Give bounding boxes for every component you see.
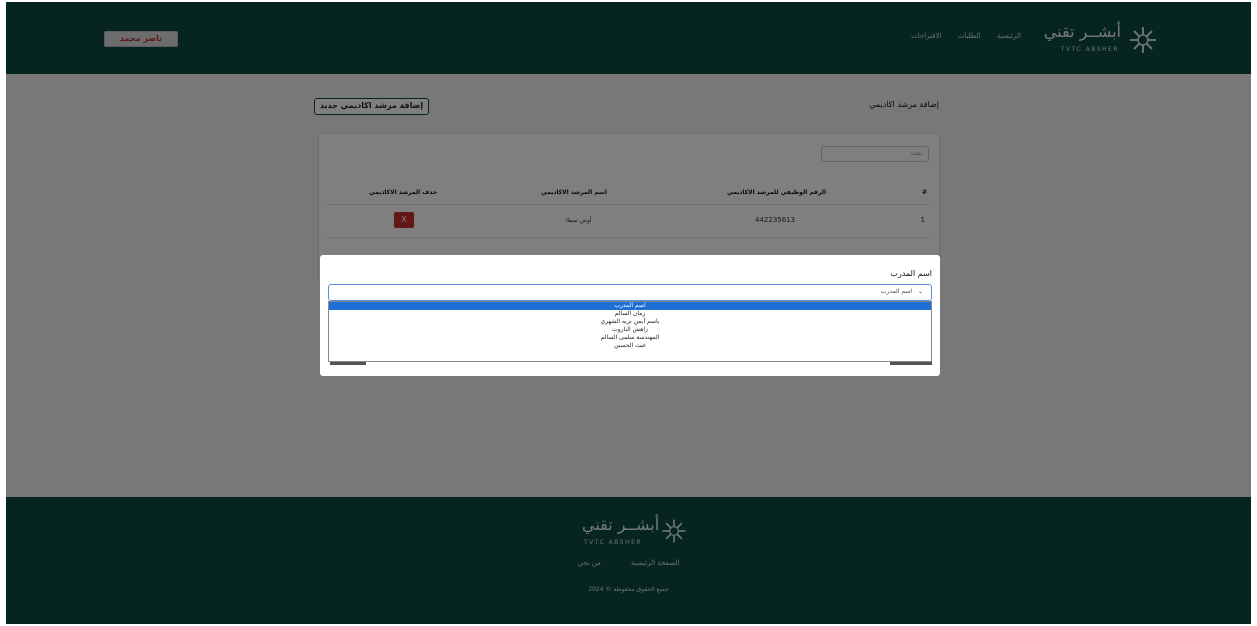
modal-button-edge bbox=[330, 362, 366, 365]
trainer-label: اسم المدرب bbox=[890, 269, 932, 278]
trainer-select[interactable]: ⌄ اسم المدرب bbox=[328, 284, 932, 301]
chevron-down-icon: ⌄ bbox=[917, 288, 923, 295]
trainer-option[interactable]: غيث الحسين bbox=[329, 342, 931, 350]
modal-button-edge bbox=[890, 362, 932, 365]
trainer-select-value: اسم المدرب bbox=[880, 288, 913, 295]
trainer-option[interactable]: باسم أيمن نزيه الشهري bbox=[329, 318, 931, 326]
trainer-option[interactable]: زمان السالم bbox=[329, 310, 931, 318]
select-trainer-modal: اسم المدرب ⌄ اسم المدرب اسم المدرب زمان … bbox=[320, 255, 940, 376]
trainer-option[interactable]: المهندسة سلمى السالم bbox=[329, 334, 931, 342]
page: ناصر محمد الرئيسية الطلبات الاقتراحات أب… bbox=[6, 2, 1251, 624]
trainer-options-list: اسم المدرب زمان السالم باسم أيمن نزيه ال… bbox=[328, 301, 932, 362]
trainer-option[interactable]: اسم المدرب bbox=[329, 302, 931, 310]
trainer-option[interactable]: زاهش الباروت bbox=[329, 326, 931, 334]
